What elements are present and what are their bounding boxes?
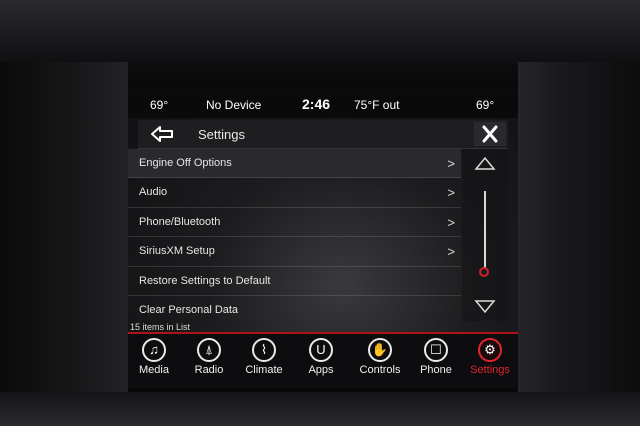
list-item-label: SiriusXM Setup xyxy=(139,245,215,258)
nav-label: Radio xyxy=(194,364,224,376)
list-item[interactable]: SiriusXM Setup > xyxy=(128,237,461,267)
media-device-status: No Device xyxy=(206,98,262,112)
title-bar: Settings xyxy=(138,120,508,149)
list-item-label: Clear Personal Data xyxy=(139,303,239,316)
scroll-down-button[interactable] xyxy=(474,299,496,315)
nav-controls[interactable]: ✋ Controls xyxy=(354,334,410,388)
nav-apps[interactable]: U Apps xyxy=(295,334,351,388)
status-bar: 69° No Device 2:46 75°F out 69° xyxy=(128,92,518,118)
list-count: 15 items in List xyxy=(130,322,191,332)
list-item[interactable]: Audio > xyxy=(128,178,461,208)
nav-label: Controls xyxy=(359,364,401,376)
bezel-right-panel xyxy=(518,62,640,402)
scroll-up-button[interactable] xyxy=(474,155,496,171)
scroll-control xyxy=(462,149,508,321)
triangle-down-icon xyxy=(474,300,496,314)
infotainment-screen: 69° No Device 2:46 75°F out 69° Settings… xyxy=(128,92,518,388)
back-arrow-icon xyxy=(151,126,173,142)
nav-climate[interactable]: ⌇ Climate xyxy=(238,334,294,388)
nav-settings[interactable]: ⚙ Settings xyxy=(464,334,518,388)
passenger-temp[interactable]: 69° xyxy=(476,98,494,112)
climate-icon: ⌇ xyxy=(252,338,276,362)
outside-temp: 75°F out xyxy=(354,98,400,112)
nav-radio[interactable]: ⍋ Radio xyxy=(183,334,239,388)
nav-label: Settings xyxy=(470,364,510,376)
phone-icon: ☐ xyxy=(424,338,448,362)
bezel-top xyxy=(0,0,640,64)
music-note-icon: ♫ xyxy=(142,338,166,362)
chevron-right-icon: > xyxy=(447,244,455,260)
close-button[interactable] xyxy=(474,122,506,146)
bezel-bottom xyxy=(0,392,640,426)
list-item[interactable]: Engine Off Options > xyxy=(128,149,461,179)
back-button[interactable] xyxy=(148,124,178,144)
page-title: Settings xyxy=(198,127,245,142)
list-item-label: Restore Settings to Default xyxy=(139,274,271,287)
list-item-label: Phone/Bluetooth xyxy=(139,215,221,228)
controls-icon: ✋ xyxy=(368,338,392,362)
scrollbar-thumb[interactable] xyxy=(479,267,489,277)
apps-icon: U xyxy=(309,338,333,362)
bottom-nav: ♫ Media ⍋ Radio ⌇ Climate U Apps ✋ Contr… xyxy=(128,334,518,388)
settings-list: Engine Off Options > Audio > Phone/Bluet… xyxy=(128,149,461,324)
list-item-label: Engine Off Options xyxy=(139,157,232,169)
list-item[interactable]: Clear Personal Data xyxy=(128,296,461,324)
chevron-right-icon: > xyxy=(447,214,455,230)
list-item[interactable]: Restore Settings to Default xyxy=(128,267,461,296)
nav-label: Apps xyxy=(308,364,334,376)
nav-label: Phone xyxy=(420,364,452,376)
nav-label: Climate xyxy=(245,364,283,376)
gear-icon: ⚙ xyxy=(478,338,502,362)
scrollbar-track[interactable] xyxy=(484,191,486,271)
radio-tower-icon: ⍋ xyxy=(197,338,221,362)
bezel-left-panel xyxy=(0,62,128,402)
triangle-up-icon xyxy=(474,156,496,170)
chevron-right-icon: > xyxy=(447,156,455,171)
nav-phone[interactable]: ☐ Phone xyxy=(410,334,466,388)
nav-label: Media xyxy=(139,364,169,376)
clock: 2:46 xyxy=(302,96,331,112)
chevron-right-icon: > xyxy=(447,185,455,201)
nav-media[interactable]: ♫ Media xyxy=(128,334,184,388)
close-icon xyxy=(482,125,498,143)
driver-temp[interactable]: 69° xyxy=(150,98,168,112)
list-item-label: Audio xyxy=(139,186,168,199)
list-item[interactable]: Phone/Bluetooth > xyxy=(128,208,461,238)
